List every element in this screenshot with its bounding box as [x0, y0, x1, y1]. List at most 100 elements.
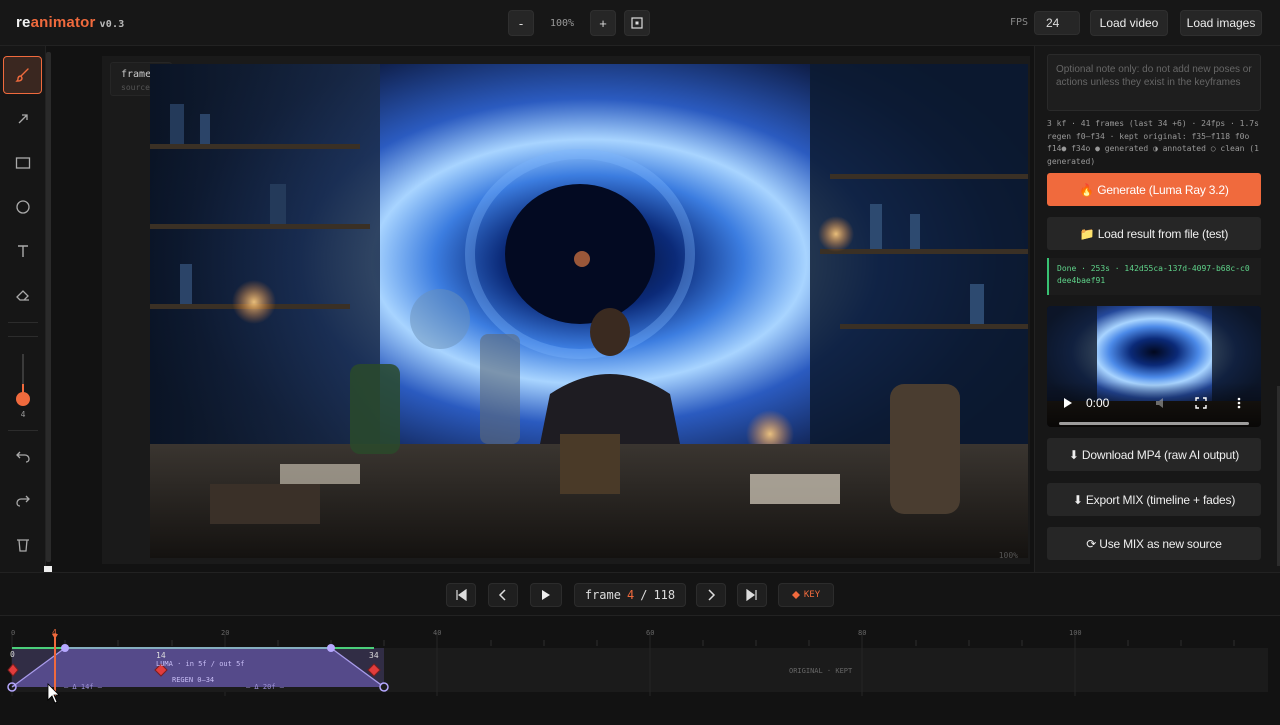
- redo-button[interactable]: [3, 482, 42, 520]
- timeline[interactable]: 0 20 40 60 80 100 4 0 14 34 LUMA · in 5f…: [0, 616, 1280, 720]
- tick-label: 0: [11, 629, 16, 637]
- frame-counter: frame 4 / 118: [574, 583, 686, 607]
- video-frame-image[interactable]: [150, 64, 1028, 558]
- brush-tool[interactable]: [3, 56, 42, 94]
- undo-button[interactable]: [3, 438, 42, 476]
- use-mix-source-button[interactable]: ⟳ Use MIX as new source: [1047, 527, 1261, 560]
- play-button[interactable]: [530, 583, 562, 607]
- tool-divider: [8, 430, 38, 431]
- status-message: Done · 253s · 142d55ca-137d-4097-b68c-c0…: [1047, 258, 1261, 295]
- tick-label: 80: [858, 629, 867, 637]
- rectangle-tool[interactable]: [3, 144, 42, 182]
- brush-icon: [14, 68, 29, 82]
- canvas-vertical-scrollbar[interactable]: [46, 52, 51, 562]
- frame-separator: /: [640, 588, 648, 602]
- arrow-tool[interactable]: [3, 100, 42, 138]
- app-version: v0.3: [99, 19, 125, 30]
- tick-label: 60: [646, 629, 655, 637]
- tick-label: 20: [221, 629, 230, 637]
- keyframe-label: 0: [10, 650, 15, 659]
- result-video-player[interactable]: 0:00: [1047, 306, 1261, 427]
- app-logo: reanimator v0.3: [16, 14, 124, 31]
- regen-range-label: REGEN 0–34: [172, 676, 215, 684]
- load-images-button[interactable]: Load images: [1180, 10, 1262, 36]
- fps-input[interactable]: 24: [1034, 11, 1080, 35]
- delta-label: — Δ 20f —: [246, 683, 284, 691]
- tool-divider: [8, 322, 38, 323]
- total-frames: 118: [653, 588, 676, 602]
- brush-size-slider[interactable]: 4: [14, 354, 32, 424]
- delete-button[interactable]: [3, 526, 42, 564]
- diamond-icon: [791, 591, 800, 599]
- arrow-icon: [18, 114, 28, 124]
- top-bar: reanimator v0.3 - 100% + FPS 24 Load vide…: [0, 0, 1280, 46]
- text-tool[interactable]: [3, 232, 42, 270]
- tool-sidebar: 4: [0, 46, 46, 572]
- trash-icon: [16, 539, 29, 552]
- generation-panel: Optional note only: do not add new poses…: [1034, 46, 1280, 572]
- tick-label: 100: [1069, 629, 1082, 637]
- load-video-button[interactable]: Load video: [1090, 10, 1168, 36]
- key-label: KEY: [803, 590, 821, 600]
- skip-end-icon: [746, 589, 757, 601]
- chevron-left-icon: [498, 589, 506, 601]
- delta-label: — Δ 14f —: [64, 683, 102, 691]
- fps-label: FPS: [1010, 17, 1029, 28]
- first-frame-button[interactable]: [446, 583, 476, 607]
- slider-thumb[interactable]: [16, 392, 30, 406]
- play-icon: [542, 590, 550, 600]
- timeline-canvas: [7, 634, 1268, 704]
- fullscreen-icon[interactable]: [1195, 397, 1207, 409]
- logo-name: animator: [30, 14, 96, 31]
- video-progress-bar[interactable]: [1059, 422, 1249, 425]
- playhead-label: 4: [52, 628, 57, 637]
- generation-summary: 3 kf · 41 frames (last 34 +6) · 24fps · …: [1047, 119, 1259, 166]
- download-mp4-button[interactable]: ⬇ Download MP4 (raw AI output): [1047, 438, 1261, 471]
- volume-icon[interactable]: [1155, 396, 1169, 410]
- eraser-tool[interactable]: [3, 276, 42, 314]
- zoom-value: 100%: [549, 17, 575, 29]
- original-kept-label: ORIGINAL · KEPT: [789, 667, 853, 675]
- next-frame-button[interactable]: [696, 583, 726, 607]
- transport-bar: frame 4 / 118 KEY: [0, 572, 1280, 616]
- circle-tool[interactable]: [3, 188, 42, 226]
- current-frame: 4: [626, 588, 635, 602]
- last-frame-button[interactable]: [737, 583, 767, 607]
- laboratory-scene: [150, 64, 1028, 558]
- add-keyframe-button[interactable]: KEY: [778, 583, 834, 607]
- previous-frame-button[interactable]: [488, 583, 518, 607]
- canvas-area: frame 4 source 4: [46, 46, 1034, 572]
- zoom-controls: - 100% +: [508, 10, 650, 36]
- skip-start-icon: [456, 589, 467, 601]
- tick-label: 40: [433, 629, 442, 637]
- generate-button[interactable]: 🔥 Generate (Luma Ray 3.2): [1047, 173, 1261, 206]
- logo-prefix: re: [16, 14, 31, 31]
- note-textarea[interactable]: Optional note only: do not add new poses…: [1047, 54, 1261, 111]
- circle-icon: [15, 200, 30, 214]
- fit-to-screen-button[interactable]: [624, 10, 650, 36]
- luma-fade-label: LUMA · in 5f / out 5f: [156, 660, 245, 668]
- zoom-in-button[interactable]: +: [590, 10, 616, 36]
- keyframe-label: 34: [369, 651, 379, 660]
- canvas-stage[interactable]: frame 4 source 4: [102, 56, 1030, 564]
- play-icon[interactable]: [1063, 397, 1073, 409]
- undo-icon: [15, 451, 30, 463]
- video-time: 0:00: [1086, 396, 1110, 410]
- keyframe-label: 14: [156, 651, 166, 660]
- zoom-out-button[interactable]: -: [508, 10, 534, 36]
- load-result-button[interactable]: 📁 Load result from file (test): [1047, 217, 1261, 250]
- fit-screen-icon: [631, 17, 643, 29]
- redo-icon: [15, 495, 30, 507]
- tool-divider: [8, 336, 38, 337]
- chevron-right-icon: [708, 589, 716, 601]
- video-controls: 0:00: [1047, 382, 1261, 427]
- rectangle-icon: [15, 157, 30, 169]
- text-icon: [17, 245, 28, 257]
- canvas-zoom-tag: 100%: [998, 551, 1018, 560]
- eraser-icon: [15, 290, 29, 301]
- more-options-icon[interactable]: [1237, 397, 1241, 409]
- frame-counter-label: frame: [584, 588, 621, 602]
- frame-label: frame: [121, 69, 152, 80]
- export-mix-button[interactable]: ⬇ Export MIX (timeline + fades): [1047, 483, 1261, 516]
- brush-size-value: 4: [20, 410, 26, 419]
